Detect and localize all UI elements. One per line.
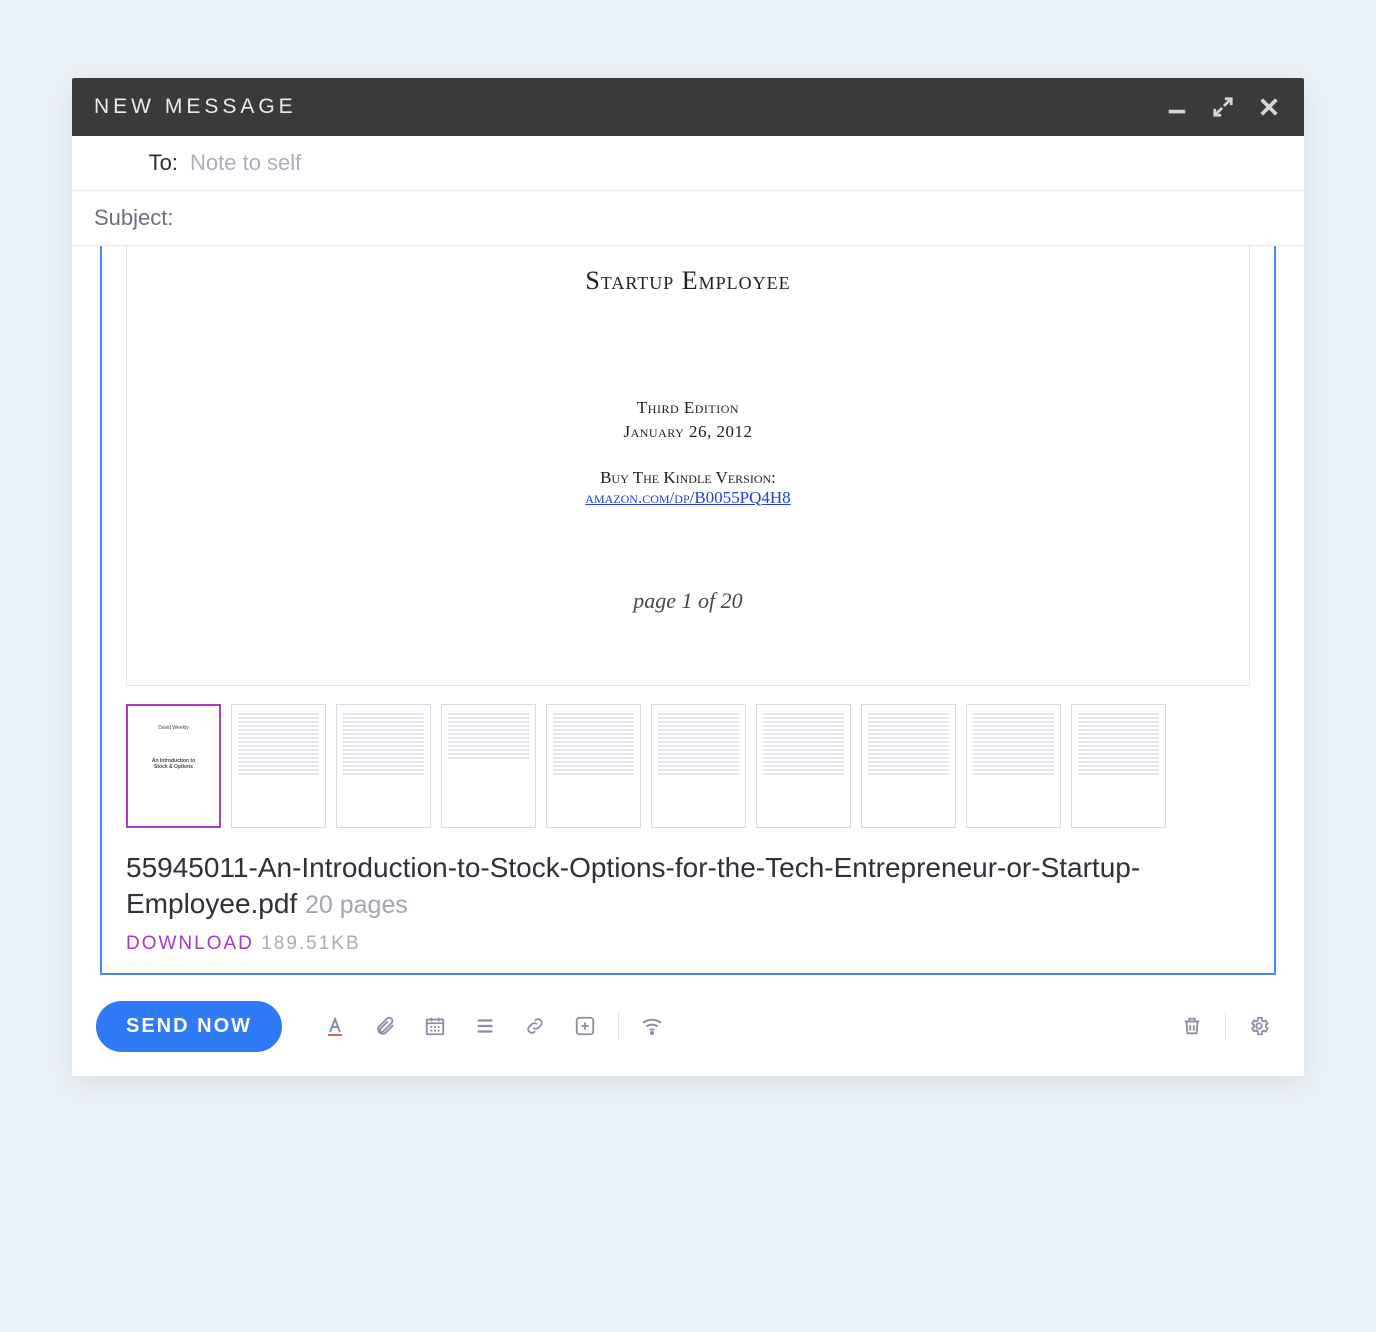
calendar-icon[interactable] [414, 1005, 456, 1047]
download-link[interactable]: DOWNLOAD [126, 933, 254, 954]
edition-line1: Third Edition [151, 396, 1225, 420]
doc-edition: Third Edition January 26, 2012 [151, 396, 1225, 444]
doc-kindle-block: Buy The Kindle Version: amazon.com/dp/B0… [151, 468, 1225, 508]
edition-line2: January 26, 2012 [151, 420, 1225, 444]
attachment-card: Startup Employee Third Edition January 2… [100, 246, 1276, 975]
attachment-preview: Startup Employee Third Edition January 2… [126, 246, 1250, 686]
add-icon[interactable] [564, 1005, 606, 1047]
subject-label: Subject: [94, 205, 174, 231]
toolbar-separator-2 [1225, 1012, 1226, 1040]
attachment-download-row: DOWNLOAD 189.51KB [126, 933, 1250, 955]
toolbar-separator [618, 1012, 619, 1040]
thumbnail-page-10[interactable] [1071, 704, 1166, 828]
thumbnail-page-3[interactable] [336, 704, 431, 828]
gear-icon[interactable] [1238, 1005, 1280, 1047]
wifi-icon[interactable] [631, 1005, 673, 1047]
attachment-size: 189.51KB [261, 933, 360, 954]
trash-icon[interactable] [1171, 1005, 1213, 1047]
kindle-link[interactable]: amazon.com/dp/B0055PQ4H8 [585, 488, 790, 507]
attachment-filename: 55945011-An-Introduction-to-Stock-Option… [126, 852, 1140, 919]
send-button[interactable]: SEND NOW [96, 1001, 282, 1052]
attachment-icon[interactable] [364, 1005, 406, 1047]
close-icon[interactable] [1256, 94, 1282, 120]
subject-row[interactable]: Subject: [72, 191, 1304, 246]
expand-icon[interactable] [1210, 94, 1236, 120]
doc-title-line: Startup Employee [151, 266, 1225, 296]
body-area: Startup Employee Third Edition January 2… [72, 246, 1304, 985]
thumbnail-strip: David Weekly An Introduction to Stock & … [126, 704, 1250, 828]
thumbnail-page-8[interactable] [861, 704, 956, 828]
thumbnail-page-7[interactable] [756, 704, 851, 828]
thumbnail-page-4[interactable] [441, 704, 536, 828]
link-icon[interactable] [514, 1005, 556, 1047]
thumbnail-page-2[interactable] [231, 704, 326, 828]
window-title: NEW MESSAGE [94, 95, 1144, 119]
kindle-label: Buy The Kindle Version: [151, 468, 1225, 488]
compose-window: NEW MESSAGE To: Note to self Subject: St… [72, 78, 1304, 1076]
compose-toolbar: SEND NOW [72, 985, 1304, 1076]
to-row[interactable]: To: Note to self [72, 136, 1304, 191]
page-counter: page 1 of 20 [151, 588, 1225, 614]
text-format-icon[interactable] [314, 1005, 356, 1047]
attachment-filename-row: 55945011-An-Introduction-to-Stock-Option… [126, 850, 1250, 923]
to-label: To: [94, 150, 190, 176]
attachment-pages: 20 pages [305, 891, 408, 919]
thumbnail-page-9[interactable] [966, 704, 1061, 828]
minimize-icon[interactable] [1164, 94, 1190, 120]
titlebar: NEW MESSAGE [72, 78, 1304, 136]
list-icon[interactable] [464, 1005, 506, 1047]
to-placeholder: Note to self [190, 150, 301, 176]
thumbnail-page-1[interactable]: David Weekly An Introduction to Stock & … [126, 704, 221, 828]
thumbnail-page-5[interactable] [546, 704, 641, 828]
thumbnail-page-6[interactable] [651, 704, 746, 828]
